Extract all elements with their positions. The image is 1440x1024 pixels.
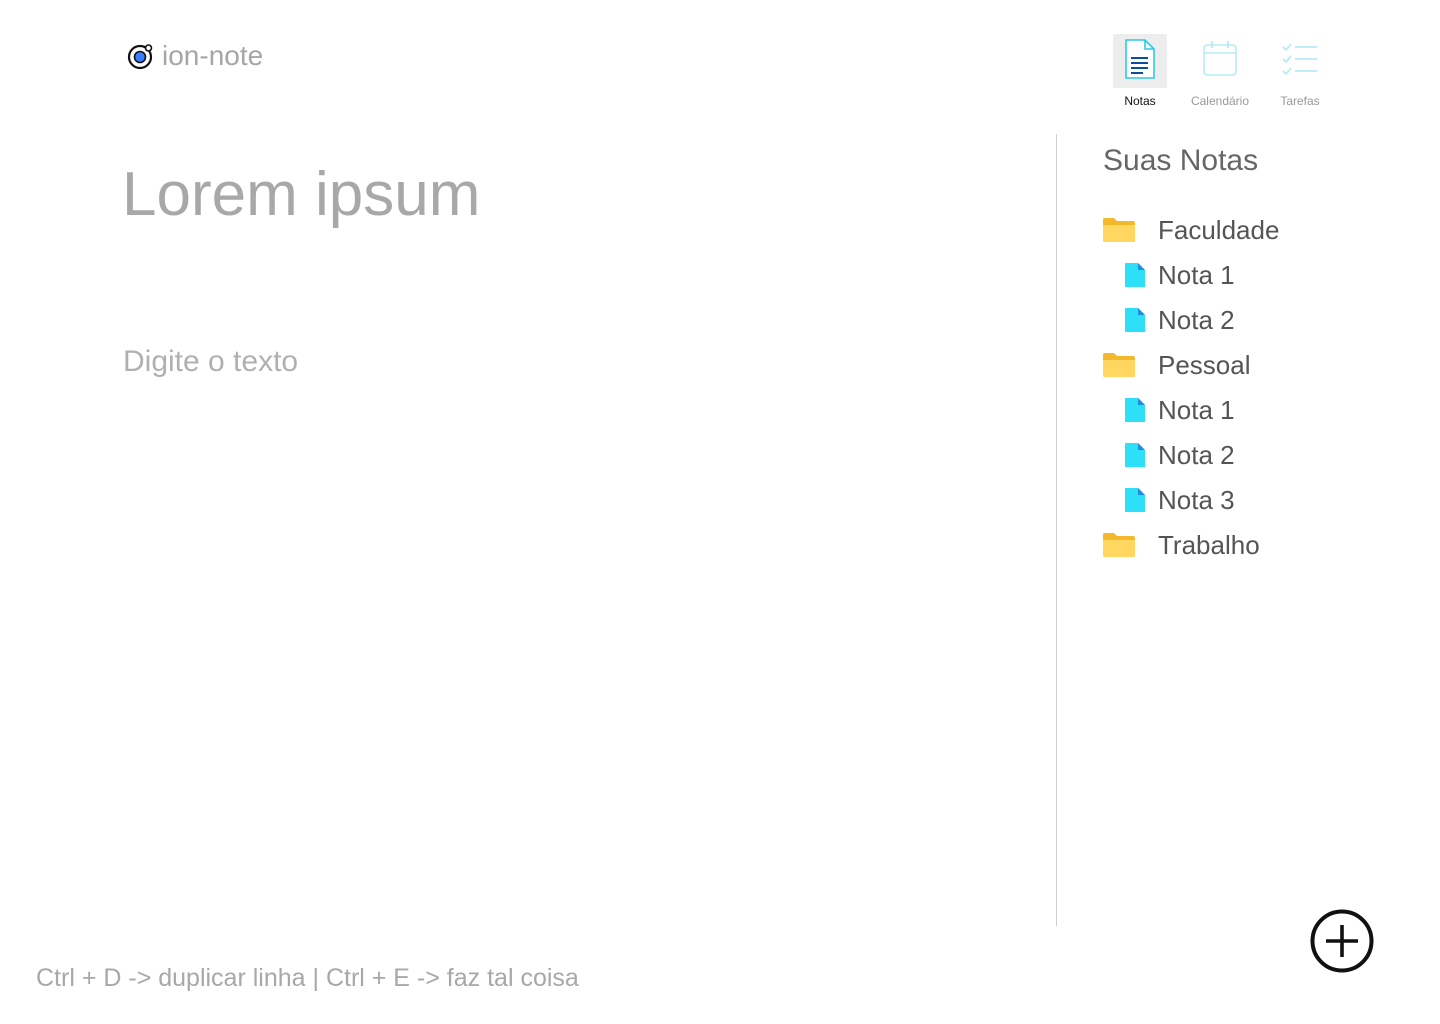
tree-item-label: Nota 2 [1158,439,1235,470]
tree-item-label: Pessoal [1158,349,1251,380]
folder-item-trabalho[interactable]: Trabalho [1102,522,1422,567]
tree-item-label: Nota 1 [1158,394,1235,425]
folder-icon [1102,352,1136,378]
note-file-icon [1124,307,1146,333]
ion-note-page: ion-note Notas Calendário Tarefas Lorem … [0,0,1440,1024]
folder-item-faculdade[interactable]: Faculdade [1102,207,1422,252]
checklist-icon [1281,42,1319,81]
notes-tree: Faculdade Nota 1 Nota 2 Pessoal Nota 1 N… [1102,207,1422,567]
calendar-icon [1202,40,1238,83]
document-icon [1123,38,1157,84]
panel-divider [1056,134,1057,926]
note-item-faculdade-nota-2[interactable]: Nota 2 [1102,297,1422,342]
tree-item-label: Nota 3 [1158,484,1235,515]
folder-item-pessoal[interactable]: Pessoal [1102,342,1422,387]
tree-item-label: Nota 2 [1158,304,1235,335]
note-file-icon [1124,487,1146,513]
note-item-faculdade-nota-1[interactable]: Nota 1 [1102,252,1422,297]
folder-icon [1102,532,1136,558]
tree-item-label: Nota 1 [1158,259,1235,290]
ionic-logo-icon [126,42,154,70]
keyboard-shortcuts-hint: Ctrl + D -> duplicar linha | Ctrl + E ->… [36,964,579,992]
top-navigation: Notas Calendário Tarefas [1100,34,1340,110]
nav-label: Tarefas [1280,94,1320,108]
nav-item-tarefas[interactable]: Tarefas [1260,34,1340,110]
note-body-input[interactable]: Digite o texto [123,342,298,382]
add-circle-icon [1310,909,1374,977]
note-file-icon [1124,262,1146,288]
note-title-input[interactable]: Lorem ipsum [122,158,480,232]
note-item-pessoal-nota-3[interactable]: Nota 3 [1102,477,1422,522]
tree-item-label: Faculdade [1158,214,1280,245]
nav-label: Notas [1124,94,1156,108]
nav-item-notas[interactable]: Notas [1100,34,1180,110]
note-file-icon [1124,397,1146,423]
folder-icon [1102,217,1136,243]
app-logo: ion-note [126,40,263,72]
nav-item-calendario[interactable]: Calendário [1180,34,1260,110]
note-item-pessoal-nota-2[interactable]: Nota 2 [1102,432,1422,477]
nav-label: Calendário [1190,94,1250,108]
tree-item-label: Trabalho [1158,529,1260,560]
note-file-icon [1124,442,1146,468]
app-name: ion-note [162,40,264,71]
note-item-pessoal-nota-1[interactable]: Nota 1 [1102,387,1422,432]
add-note-button[interactable] [1310,909,1374,973]
sidebar-title: Suas Notas [1103,144,1259,177]
